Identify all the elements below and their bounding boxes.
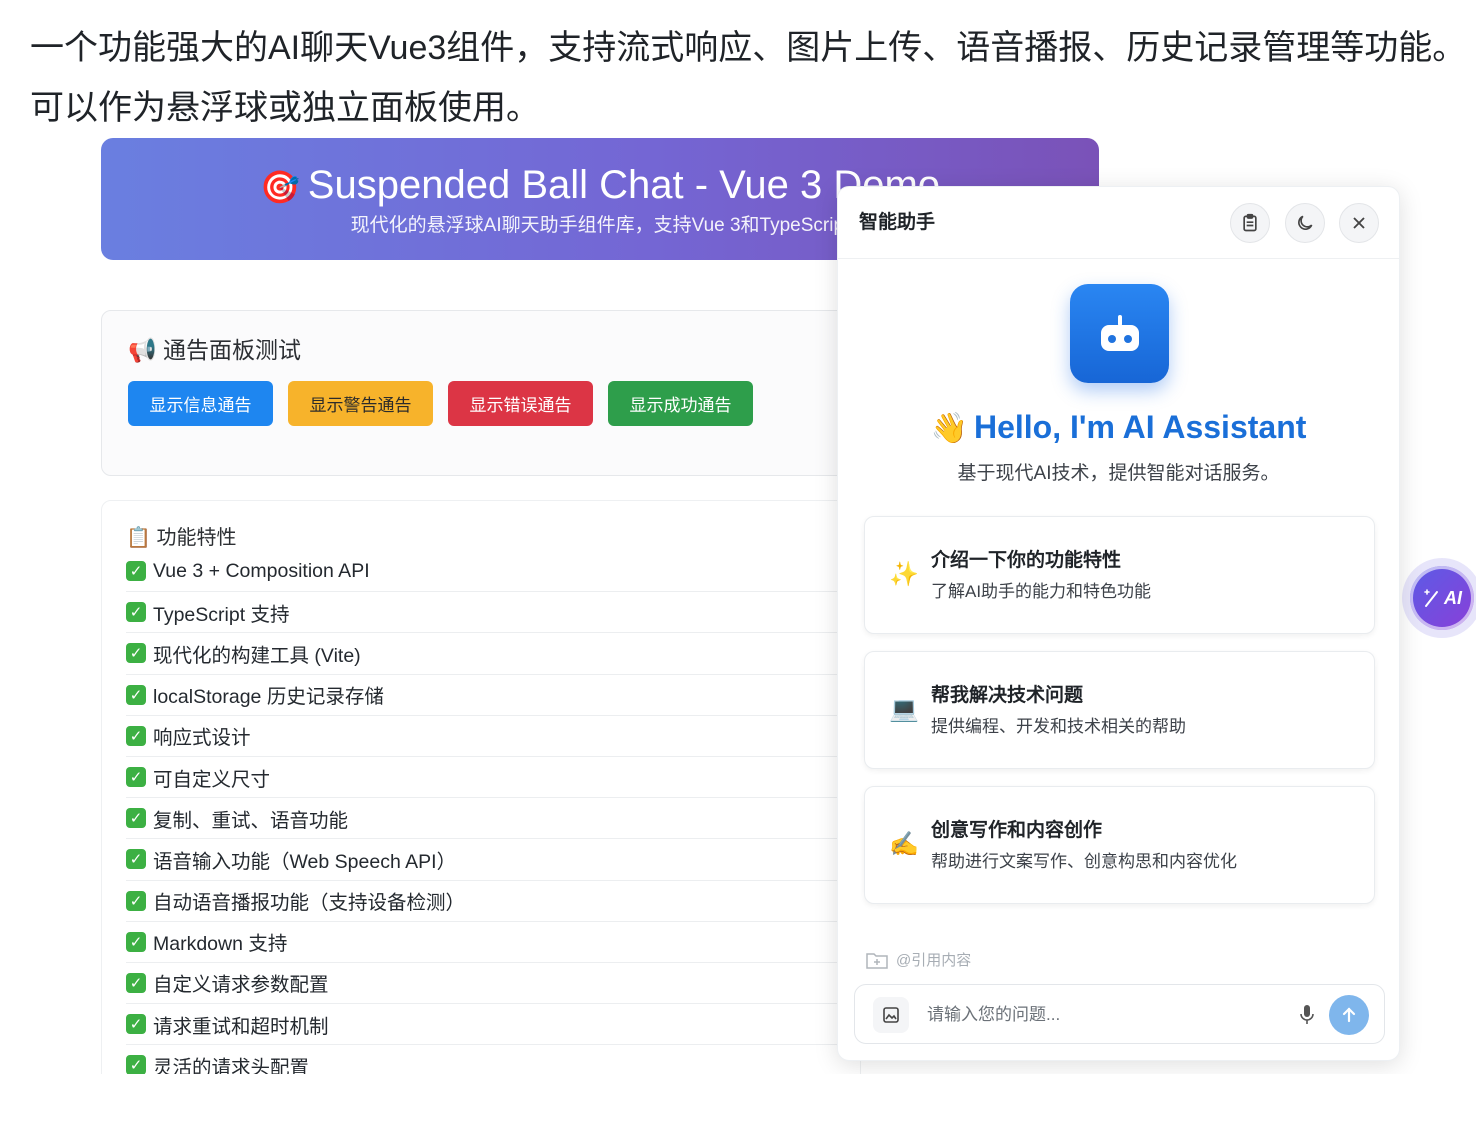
robot-icon xyxy=(1100,314,1139,351)
check-icon: ✓ xyxy=(126,849,146,870)
close-icon xyxy=(1353,217,1365,229)
list-item: ✓ 可自定义尺寸 xyxy=(126,757,846,799)
list-item: ✓ Vue 3 + Composition API xyxy=(126,551,846,593)
welcome-text: Hello, I'm AI Assistant xyxy=(973,409,1307,445)
check-icon: ✓ xyxy=(126,602,146,623)
list-item: ✓ 请求重试和超时机制 xyxy=(126,1004,846,1046)
show-info-notice-button[interactable]: 显示信息通告 xyxy=(128,381,273,426)
fab-label: AI xyxy=(1444,587,1462,608)
features-list: ✓ Vue 3 + Composition API ✓ TypeScript 支持 … xyxy=(126,551,846,1074)
clipboard-icon xyxy=(1243,213,1257,232)
list-item: ✓ 复制、重试、语音功能 xyxy=(126,798,846,840)
check-icon: ✓ xyxy=(126,890,146,911)
check-icon: ✓ xyxy=(126,1014,146,1035)
ai-magic-icon: AI xyxy=(1410,566,1474,630)
image-icon xyxy=(883,1007,899,1023)
check-icon: ✓ xyxy=(126,643,146,664)
check-icon: ✓ xyxy=(126,1055,146,1074)
theme-toggle-button[interactable] xyxy=(1285,203,1325,243)
list-item: ✓ localStorage 历史记录存储 xyxy=(126,675,846,716)
check-icon: ✓ xyxy=(126,808,146,829)
welcome-subtitle: 基于现代AI技术，提供智能对话服务。 xyxy=(957,463,1280,484)
voice-input-button[interactable] xyxy=(1295,1003,1319,1027)
target-icon: 🎯 xyxy=(259,169,300,205)
check-icon: ✓ xyxy=(126,684,146,705)
quote-content-button[interactable]: @引用内容 xyxy=(866,949,971,970)
show-success-notice-button[interactable]: 显示成功通告 xyxy=(608,381,753,426)
list-item: ✓ TypeScript 支持 xyxy=(126,592,846,634)
image-upload-button[interactable] xyxy=(873,997,909,1033)
demo-page: 🎯 Suspended Ball Chat - Vue 3 Demo 现代化的悬浮… xyxy=(0,0,1476,1074)
suggestion-title: 帮我解决技术问题 xyxy=(931,685,1084,706)
features-title: 📋 功能特性 xyxy=(126,527,237,549)
bot-avatar xyxy=(1070,284,1169,383)
suggestion-title: 介绍一下你的功能特性 xyxy=(931,550,1122,571)
suggestion-title: 创意写作和内容创作 xyxy=(931,820,1103,841)
chat-input-box xyxy=(854,984,1385,1044)
close-panel-button[interactable] xyxy=(1339,203,1379,243)
history-button[interactable] xyxy=(1230,203,1270,243)
chat-panel-title: 智能助手 xyxy=(859,212,936,233)
microphone-icon xyxy=(1300,1005,1314,1024)
show-warning-notice-button[interactable]: 显示警告通告 xyxy=(288,381,433,426)
floating-ball-button[interactable]: AI xyxy=(1402,558,1476,638)
moon-icon xyxy=(1298,215,1313,230)
suggestion-card-features[interactable]: ✨ 介绍一下你的功能特性 了解AI助手的能力和特色功能 xyxy=(864,516,1375,634)
notice-title: 📢 通告面板测试 xyxy=(128,337,302,363)
check-icon: ✓ xyxy=(126,767,146,788)
wave-icon: 👋 xyxy=(930,412,968,445)
list-item: ✓ 现代化的构建工具 (Vite) xyxy=(126,633,846,675)
quote-label: @引用内容 xyxy=(896,952,972,969)
sparkles-icon: ✨ xyxy=(889,561,919,588)
send-button[interactable] xyxy=(1329,995,1369,1035)
show-error-notice-button[interactable]: 显示错误通告 xyxy=(448,381,593,426)
features-card: 📋 功能特性 ✓ Vue 3 + Composition API ✓ TypeScr… xyxy=(101,500,861,1074)
notice-buttons: 显示信息通告 显示警告通告 显示错误通告 显示成功通告 xyxy=(128,381,753,426)
laptop-icon: 💻 xyxy=(889,696,919,723)
suggestion-card-writing[interactable]: ✍️ 创意写作和内容创作 帮助进行文案写作、创意构思和内容优化 xyxy=(864,786,1375,904)
check-icon: ✓ xyxy=(126,972,146,993)
suggestion-card-tech[interactable]: 💻 帮我解决技术问题 提供编程、开发和技术相关的帮助 xyxy=(864,651,1375,769)
list-item: ✓ Markdown 支持 xyxy=(126,922,846,963)
add-folder-icon xyxy=(866,952,888,969)
suggestion-desc: 了解AI助手的能力和特色功能 xyxy=(931,582,1152,601)
ai-chat-panel: 智能助手 👋 Hello, I'm AI Assistant 基于现代AI技术，提… xyxy=(837,186,1400,1061)
welcome-heading: 👋 Hello, I'm AI Assistant xyxy=(838,405,1399,451)
chat-panel-header: 智能助手 xyxy=(838,187,1399,259)
check-icon: ✓ xyxy=(126,561,146,582)
list-item: ✓ 自定义请求参数配置 xyxy=(126,963,846,1005)
wand-icon xyxy=(1424,589,1438,607)
suggestion-desc: 帮助进行文案写作、创意构思和内容优化 xyxy=(931,852,1237,871)
chat-input[interactable] xyxy=(927,999,1267,1031)
writing-hand-icon: ✍️ xyxy=(889,831,919,858)
check-icon: ✓ xyxy=(126,725,146,746)
list-item: ✓ 响应式设计 xyxy=(126,716,846,757)
suggestion-desc: 提供编程、开发和技术相关的帮助 xyxy=(931,717,1186,736)
notice-panel-card: 📢 通告面板测试 显示信息通告 显示警告通告 显示错误通告 显示成功通告 xyxy=(101,310,861,476)
list-item: ✓ 语音输入功能（Web Speech API） xyxy=(126,839,846,881)
list-item: ✓ 自动语音播报功能（支持设备检测） xyxy=(126,881,846,922)
arrow-up-icon xyxy=(1342,1007,1356,1023)
check-icon: ✓ xyxy=(126,931,146,952)
list-item: ✓ 灵活的请求头配置 xyxy=(126,1045,846,1074)
